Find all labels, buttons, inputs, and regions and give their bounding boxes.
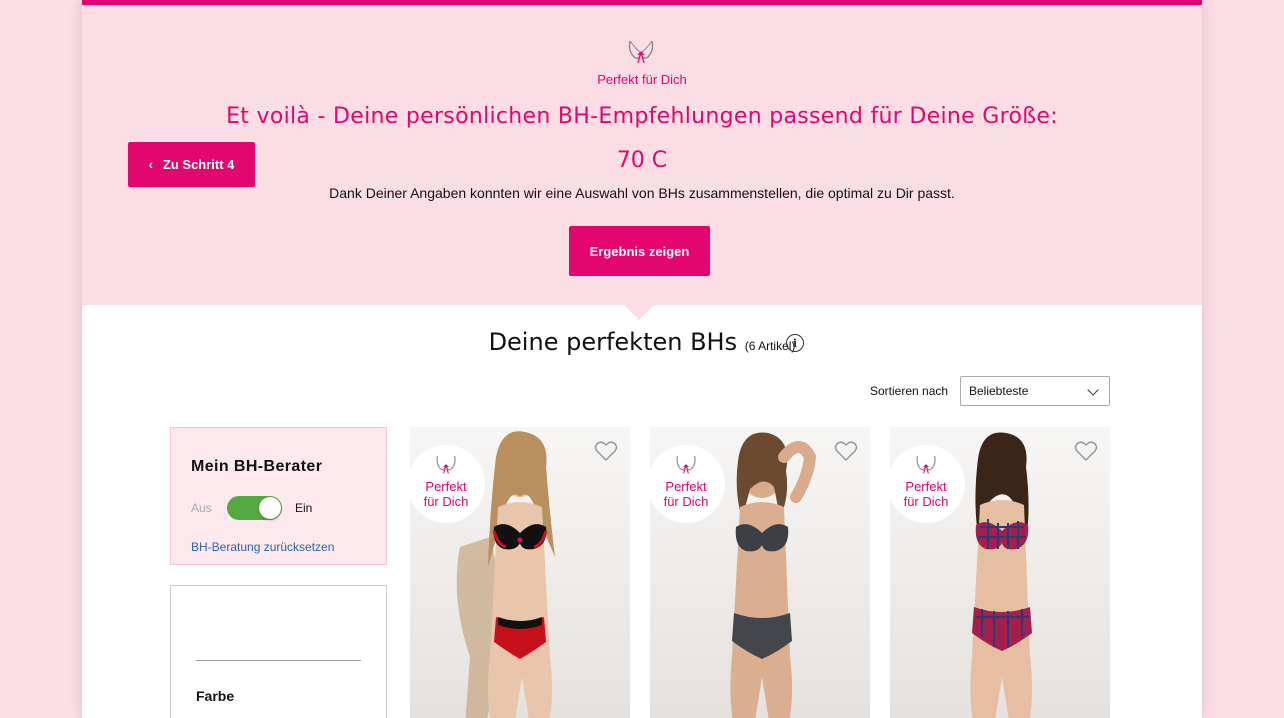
show-result-button[interactable]: Ergebnis zeigen (569, 226, 710, 276)
chevron-left-icon: ‹ (148, 157, 153, 172)
filter-divider (196, 660, 361, 661)
main-card: Perfekt für Dich Et voilà - Deine persön… (82, 0, 1202, 718)
badge-line-1: Perfekt (425, 479, 467, 494)
chevron-down-icon (1087, 384, 1099, 396)
section-title: Deine perfekten BHs (6 Artikel) (82, 328, 1202, 356)
back-button-label: Zu Schritt 4 (162, 157, 235, 172)
badge-line-1: Perfekt (905, 479, 947, 494)
reset-advisor-link[interactable]: BH-Beratung zurücksetzen (191, 540, 334, 554)
toggle-off-label: Aus (191, 501, 212, 515)
toggle-on-label: Ein (295, 501, 313, 515)
filter-panel: Farbe (170, 585, 387, 718)
hero-small-title: Perfekt für Dich (597, 72, 687, 87)
sort-select[interactable]: Beliebteste (960, 376, 1110, 406)
perfect-fit-badge: Perfekt für Dich (650, 445, 725, 523)
hero-section: Perfekt für Dich Et voilà - Deine persön… (82, 5, 1202, 305)
hero-pointer-arrow (624, 305, 654, 320)
advisor-title: Mein BH-Berater (191, 458, 323, 475)
filter-color-title[interactable]: Farbe (196, 688, 234, 704)
heart-icon[interactable] (594, 440, 618, 462)
heart-icon[interactable] (1074, 440, 1098, 462)
section-title-text: Deine perfekten BHs (488, 328, 738, 356)
badge-line-2: für Dich (663, 494, 709, 509)
perfect-fit-badge: Perfekt für Dich (410, 445, 485, 523)
badge-line-1: Perfekt (665, 479, 707, 494)
hero-description: Dank Deiner Angaben konnten wir eine Aus… (329, 185, 955, 201)
back-to-step-4-button[interactable]: ‹ Zu Schritt 4 (128, 142, 255, 187)
product-card[interactable]: Perfekt für Dich (890, 427, 1110, 718)
bra-badge-icon (436, 456, 456, 474)
badge-line-2: für Dich (903, 494, 949, 509)
hero-headline: Et voilà - Deine persönlichen BH-Empfehl… (226, 104, 1058, 129)
product-card[interactable]: Perfekt für Dich (410, 427, 630, 718)
heart-icon[interactable] (834, 440, 858, 462)
sort-selected-value: Beliebteste (969, 384, 1029, 398)
bra-badge-icon (676, 456, 696, 474)
badge-line-2: für Dich (423, 494, 469, 509)
bra-logo-icon (628, 40, 654, 64)
bra-badge-icon (916, 456, 936, 474)
advisor-toggle[interactable] (227, 496, 282, 520)
info-icon[interactable]: i (786, 334, 804, 352)
perfect-fit-badge: Perfekt für Dich (890, 445, 965, 523)
product-card[interactable]: Perfekt für Dich (650, 427, 870, 718)
bra-advisor-panel: Mein BH-Berater Aus Ein BH-Beratung zurü… (170, 427, 387, 565)
sort-label: Sortieren nach (870, 384, 949, 398)
toggle-knob (259, 497, 281, 519)
